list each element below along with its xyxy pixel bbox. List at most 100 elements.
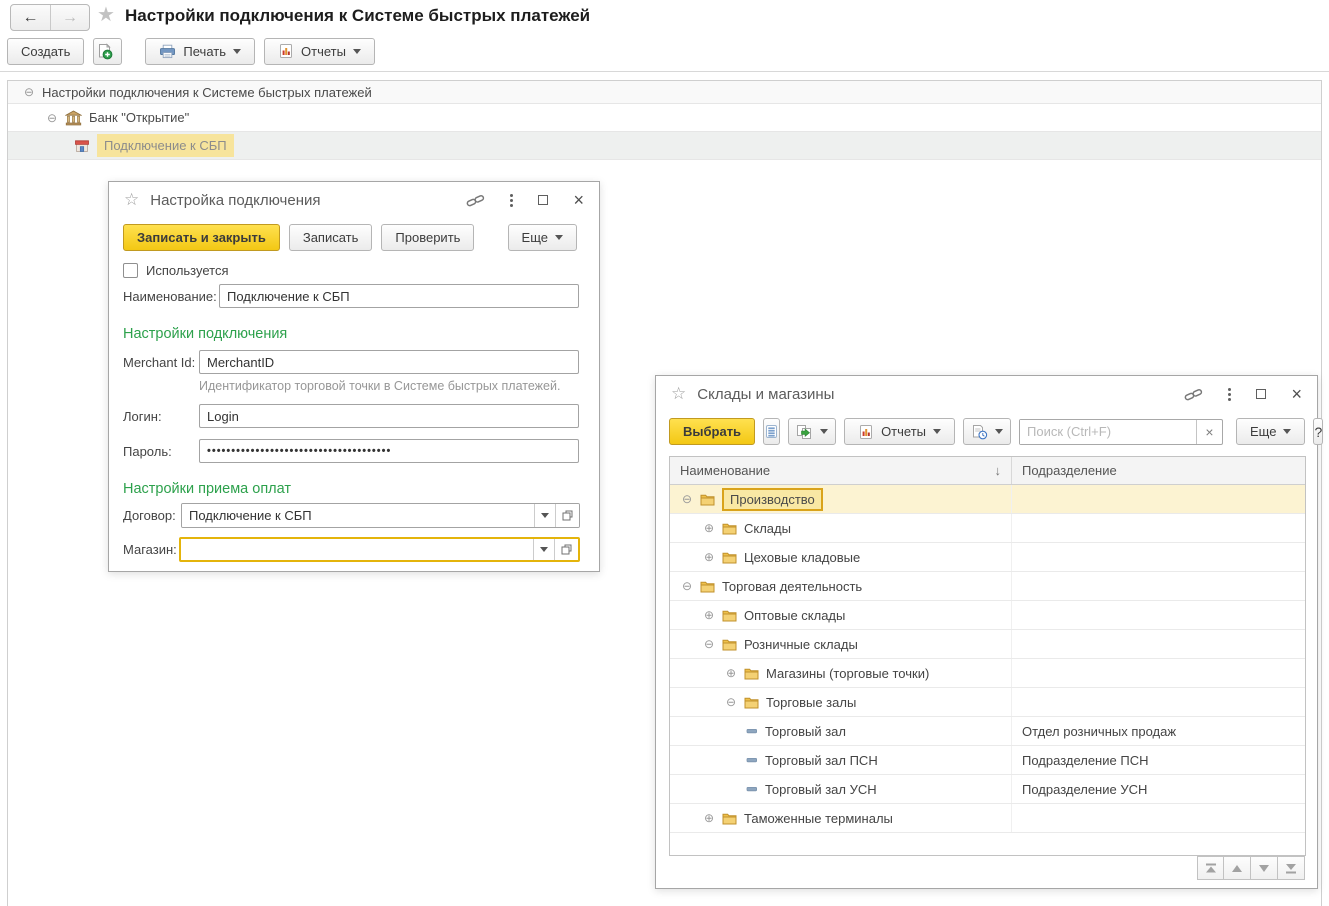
table-row[interactable]: ⊕Склады <box>670 514 1305 543</box>
store-icon <box>74 138 90 153</box>
folder-icon <box>700 493 715 506</box>
column-header-name[interactable]: Наименование ↓ <box>670 457 1012 484</box>
set-period-button[interactable] <box>963 418 1011 445</box>
check-button[interactable]: Проверить <box>381 224 474 251</box>
dialog-title: Настройка подключения <box>150 192 320 209</box>
dropdown-button[interactable] <box>533 539 554 560</box>
chevron-down-icon <box>995 429 1003 434</box>
table-row[interactable]: ⊖Производство <box>670 485 1305 514</box>
select-button[interactable]: Выбрать <box>669 418 755 445</box>
cell-name-label: Торговая деятельность <box>722 579 862 594</box>
go-down-button[interactable] <box>1251 856 1278 880</box>
table-row[interactable]: ⊖ Торговая деятельность <box>670 572 1305 601</box>
table-row[interactable]: ⊕Оптовые склады <box>670 601 1305 630</box>
expander-minus-icon[interactable]: ⊖ <box>45 111 59 125</box>
table-row[interactable]: Торговый зал УСНПодразделение УСН <box>670 775 1305 804</box>
menu-dots-icon[interactable] <box>510 199 513 202</box>
table-row[interactable]: ⊕Цеховые кладовые <box>670 543 1305 572</box>
table-row[interactable]: ⊖Торговые залы <box>670 688 1305 717</box>
item-icon <box>746 725 758 737</box>
main-toolbar: Создать Печать Отчеты <box>7 37 375 65</box>
cell-name: ⊕ Магазины (торговые точки) <box>670 659 1012 687</box>
expander-minus-icon[interactable]: ⊖ <box>22 85 36 99</box>
link-icon[interactable] <box>466 193 485 208</box>
password-input[interactable] <box>199 439 579 463</box>
item-icon <box>746 754 758 766</box>
favorite-star-icon[interactable]: ☆ <box>124 190 139 210</box>
is-used-checkbox[interactable] <box>123 263 138 278</box>
link-icon[interactable] <box>1184 387 1203 402</box>
contract-select-field <box>181 503 580 528</box>
shop-input[interactable] <box>181 539 533 560</box>
name-field-row: Наименование: <box>123 284 579 308</box>
favorite-star-icon[interactable]: ☆ <box>671 384 686 404</box>
table-row[interactable]: ⊕ Магазины (торговые точки) <box>670 659 1305 688</box>
clear-search-icon[interactable]: × <box>1196 420 1222 444</box>
create-group-button[interactable] <box>788 418 836 445</box>
expander-minus-icon[interactable]: ⊖ <box>724 695 738 709</box>
tree-row[interactable]: ⊖Настройки подключения к Системе быстрых… <box>8 81 1321 104</box>
expander-plus-icon[interactable]: ⊕ <box>724 666 738 680</box>
forward-button[interactable]: → <box>50 5 89 30</box>
name-input[interactable] <box>219 284 579 308</box>
reports-button[interactable]: Отчеты <box>264 38 375 65</box>
payments-section-header: Настройки приема оплат <box>123 481 291 497</box>
create-new-item-button[interactable] <box>93 38 122 65</box>
cell-department: Подразделение УСН <box>1012 782 1305 797</box>
folder-icon <box>722 522 737 535</box>
chevron-down-icon <box>1283 429 1291 434</box>
expander-minus-icon[interactable]: ⊖ <box>702 637 716 651</box>
cell-name-label: Розничные склады <box>744 637 858 652</box>
open-button[interactable] <box>555 504 579 527</box>
cell-name-label: Торговый зал ПСН <box>765 753 878 768</box>
go-first-button[interactable] <box>1197 856 1224 880</box>
close-icon[interactable]: × <box>573 191 584 209</box>
contract-input[interactable] <box>182 504 534 527</box>
login-input[interactable] <box>199 404 579 428</box>
dropdown-button[interactable] <box>534 504 555 527</box>
table-row[interactable]: Торговый залОтдел розничных продаж <box>670 717 1305 746</box>
back-button[interactable]: ← <box>11 5 50 30</box>
save-button[interactable]: Записать <box>289 224 373 251</box>
close-icon[interactable]: × <box>1291 385 1302 403</box>
favorite-star-icon[interactable]: ★ <box>97 2 115 27</box>
column-header-department[interactable]: Подразделение <box>1012 463 1305 478</box>
search-input[interactable] <box>1020 420 1196 444</box>
expander-plus-icon[interactable]: ⊕ <box>702 811 716 825</box>
reports-button[interactable]: Отчеты <box>844 418 955 445</box>
maximize-icon[interactable] <box>538 195 548 205</box>
table-row[interactable]: Торговый зал ПСНПодразделение ПСН <box>670 746 1305 775</box>
warehouse-rows: ⊖Производство⊕Склады⊕Цеховые кладовые⊖То… <box>670 485 1305 833</box>
help-button[interactable]: ? <box>1313 418 1323 445</box>
more-button[interactable]: Еще <box>1236 418 1305 445</box>
go-last-button[interactable] <box>1278 856 1305 880</box>
expander-minus-icon[interactable]: ⊖ <box>680 579 694 593</box>
table-header: Наименование ↓ Подразделение <box>670 457 1305 485</box>
expander-plus-icon[interactable]: ⊕ <box>702 521 716 535</box>
merchant-input[interactable] <box>199 350 579 374</box>
expander-minus-icon[interactable]: ⊖ <box>680 492 694 506</box>
connection-section-header: Настройки подключения <box>123 326 287 342</box>
tree-row[interactable]: ⊖Банк "Открытие" <box>8 104 1321 132</box>
more-button[interactable]: Еще <box>508 224 577 251</box>
expander-plus-icon[interactable]: ⊕ <box>702 608 716 622</box>
go-up-button[interactable] <box>1224 856 1251 880</box>
cell-name: Торговый зал УСН <box>670 775 1012 803</box>
table-row[interactable]: ⊖ Розничные склады <box>670 630 1305 659</box>
maximize-icon[interactable] <box>1256 389 1266 399</box>
table-row[interactable]: ⊕Таможенные терминалы <box>670 804 1305 833</box>
tree-row[interactable]: Подключение к СБП <box>8 132 1321 160</box>
create-button[interactable]: Создать <box>7 38 84 65</box>
item-icon <box>746 783 758 795</box>
folder-icon <box>700 580 715 593</box>
save-and-close-button[interactable]: Записать и закрыть <box>123 224 280 251</box>
print-button[interactable]: Печать <box>145 38 255 65</box>
cell-name-label: Магазины (торговые точки) <box>766 666 929 681</box>
menu-dots-icon[interactable] <box>1228 393 1231 396</box>
expander-plus-icon[interactable]: ⊕ <box>702 550 716 564</box>
list-view-button[interactable] <box>763 418 780 445</box>
chevron-down-icon <box>541 513 549 518</box>
open-button[interactable] <box>554 539 578 560</box>
merchant-label: Merchant Id: <box>123 355 199 370</box>
chevron-down-icon <box>540 547 548 552</box>
